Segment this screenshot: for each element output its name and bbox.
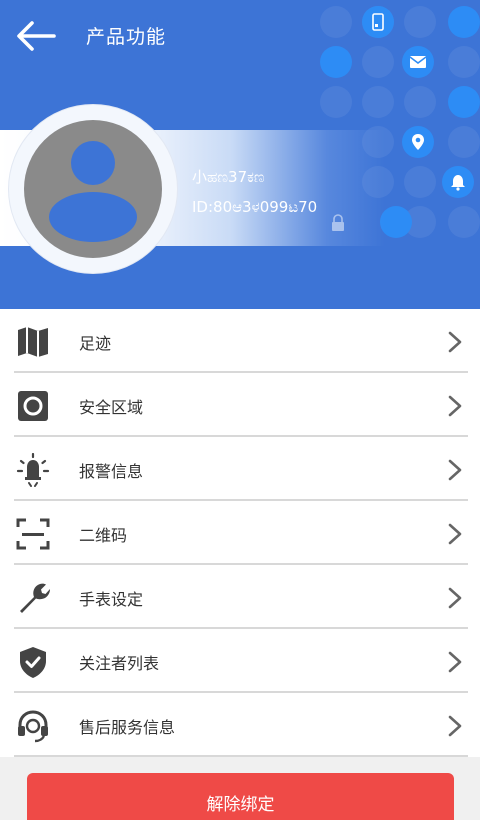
alarm-light-icon bbox=[16, 453, 50, 487]
menu-item-label: 售后服务信息 bbox=[79, 718, 176, 737]
safe-zone-icon bbox=[18, 391, 48, 421]
phone-cast-icon bbox=[362, 6, 394, 38]
chevron-right-icon bbox=[448, 587, 462, 609]
menu-item-safe-zone[interactable]: 安全区域 bbox=[0, 373, 480, 437]
chevron-right-icon bbox=[448, 523, 462, 545]
chevron-right-icon bbox=[448, 331, 462, 353]
menu-item-label: 报警信息 bbox=[79, 462, 144, 481]
chevron-right-icon bbox=[448, 395, 462, 417]
header: 产品功能 小ಹಣ37ಕಣ ID:80ಆ3ಳ099ಟ70 bbox=[0, 0, 480, 309]
menu-item-label: 二维码 bbox=[79, 526, 128, 545]
back-button[interactable] bbox=[14, 18, 58, 54]
unbind-button[interactable]: 解除绑定 bbox=[27, 773, 454, 820]
mail-icon bbox=[402, 46, 434, 78]
headset-icon bbox=[18, 710, 48, 743]
wrench-icon bbox=[20, 583, 50, 613]
qr-scan-icon bbox=[16, 518, 50, 550]
menu-item-label: 安全区域 bbox=[79, 398, 144, 417]
device-name: 小ಹಣ37ಕಣ bbox=[192, 168, 265, 186]
menu-item-watch-settings[interactable]: 手表设定 bbox=[0, 565, 480, 629]
menu-item-label: 手表设定 bbox=[79, 590, 144, 609]
menu-item-label: 关注者列表 bbox=[79, 654, 160, 673]
location-pin-icon bbox=[402, 126, 434, 158]
bell-icon bbox=[442, 166, 474, 198]
menu-item-after-sales[interactable]: 售后服务信息 bbox=[0, 693, 480, 757]
chevron-right-icon bbox=[448, 459, 462, 481]
lock-icon bbox=[332, 214, 344, 231]
menu-item-qr-code[interactable]: 二维码 bbox=[0, 501, 480, 565]
menu-item-follower-list[interactable]: 关注者列表 bbox=[0, 629, 480, 693]
arrow-left-icon bbox=[17, 21, 56, 51]
avatar[interactable] bbox=[24, 120, 162, 258]
chevron-right-icon bbox=[448, 715, 462, 737]
device-id: ID:80ಆ3ಳ099ಟ70 bbox=[192, 198, 318, 216]
map-icon bbox=[18, 327, 48, 357]
shield-check-icon bbox=[20, 647, 46, 678]
menu-item-alarm-info[interactable]: 报警信息 bbox=[0, 437, 480, 501]
menu-item-footprint[interactable]: 足迹 bbox=[0, 309, 480, 373]
menu-list: 足迹 安全区域 报警信息 二维码 手表设定 关注者列表 售后服务信息 bbox=[0, 309, 480, 757]
chevron-right-icon bbox=[448, 651, 462, 673]
page-title: 产品功能 bbox=[86, 26, 167, 48]
menu-item-label: 足迹 bbox=[79, 334, 112, 353]
